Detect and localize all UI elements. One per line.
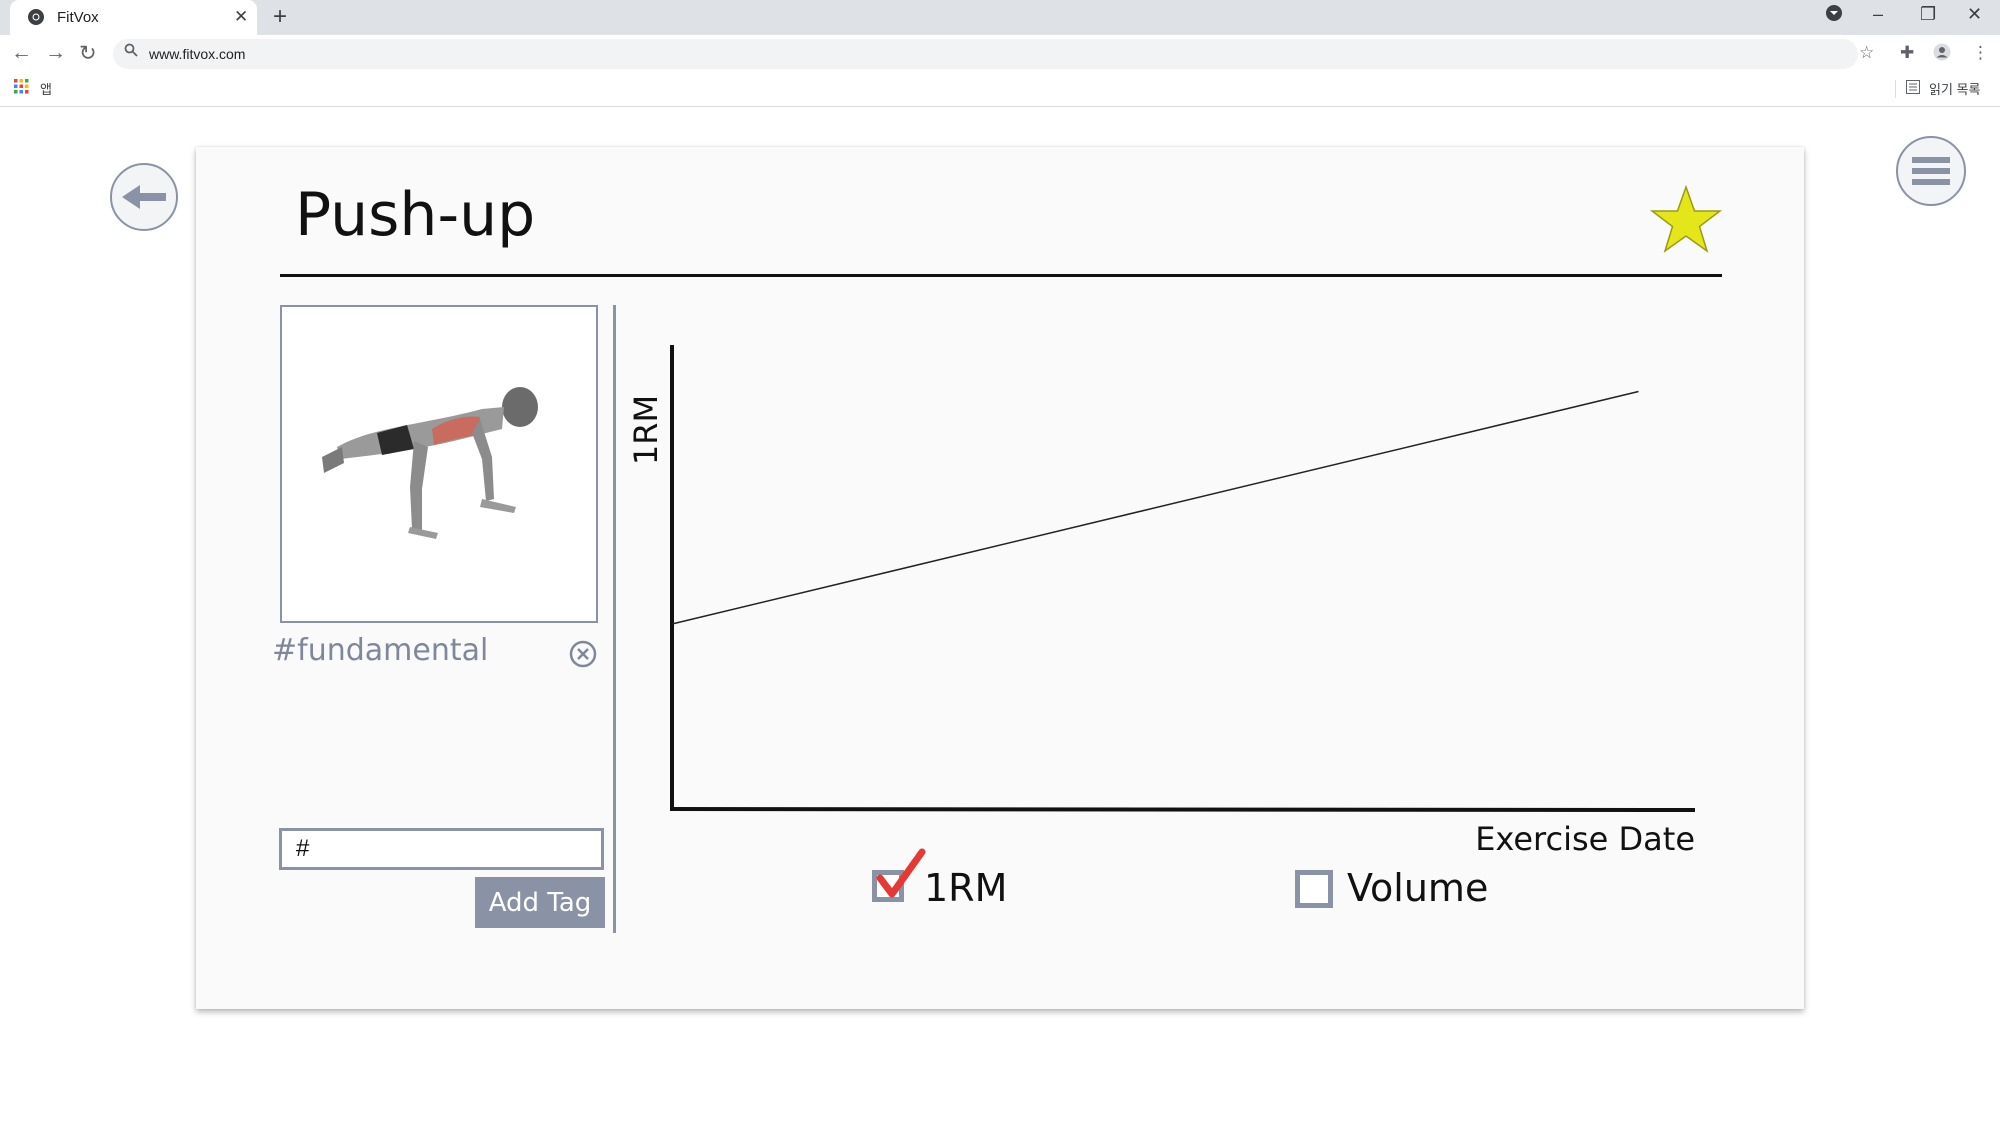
more-menu-icon[interactable]: ⋮ [1972,43,1989,63]
reading-list-label[interactable]: 읽기 목록 [1929,79,1980,98]
apps-grid-icon[interactable] [14,79,29,94]
search-icon [124,43,138,57]
checkbox-volume[interactable] [1295,870,1333,908]
browser-toolbar: ← → ↻ www.fitvox.com ☆ ✚ ⋮ [0,35,2000,73]
tab-close-icon[interactable]: ✕ [234,7,248,27]
add-tag-button[interactable]: Add Tag [475,877,605,928]
url-text: www.fitvox.com [149,46,246,62]
toggle-1rm-label: 1RM [924,866,1008,910]
hamburger-icon [1912,157,1950,185]
bookmarks-divider [1895,80,1896,98]
title-divider [280,274,1722,277]
exercise-image [280,305,598,623]
back-nav-icon[interactable]: ← [11,41,32,65]
reading-list-icon[interactable] [1906,80,1920,94]
extensions-icon[interactable]: ✚ [1900,43,1914,63]
apps-label[interactable]: 앱 [40,79,52,98]
tab-title: FitVox [57,9,99,26]
restore-icon[interactable]: ❐ [1920,4,1936,25]
bookmarks-bar [0,73,2000,107]
series-line-1rm [671,390,1639,625]
minimize-icon[interactable]: – [1873,4,1883,25]
profile-dropdown-icon[interactable] [1825,4,1843,27]
tag-input[interactable] [279,828,604,870]
back-button[interactable] [110,163,178,231]
chrome-icon [28,9,44,25]
account-icon[interactable] [1933,43,1951,66]
toggle-volume-label: Volume [1347,866,1489,910]
window-close-icon[interactable]: ✕ [1967,4,1982,25]
checkmark-icon [876,848,926,898]
reload-icon[interactable]: ↻ [79,41,97,66]
browser-tab-bar: FitVox ✕ + – ❐ ✕ [0,0,2000,35]
tag-label: #fundamental [272,633,489,668]
new-tab-icon[interactable]: + [273,3,287,31]
address-bar[interactable] [113,39,1858,69]
bookmark-star-icon[interactable]: ☆ [1859,43,1874,63]
pushup-figure-icon [322,387,538,539]
remove-tag-icon[interactable] [569,640,597,668]
browser-tab[interactable]: FitVox ✕ [10,0,257,35]
page-title: Push-up [295,180,536,250]
forward-nav-icon[interactable]: → [45,41,66,65]
favorite-star-icon[interactable] [1650,185,1722,257]
panel-divider [613,305,616,933]
x-axis [669,807,1696,812]
arrow-left-icon [122,185,166,209]
menu-button[interactable] [1896,136,1966,206]
x-axis-label: Exercise Date [1475,820,1695,858]
y-axis-label: 1RM [627,395,665,465]
progress-chart: 1RM Exercise Date [627,345,1696,858]
